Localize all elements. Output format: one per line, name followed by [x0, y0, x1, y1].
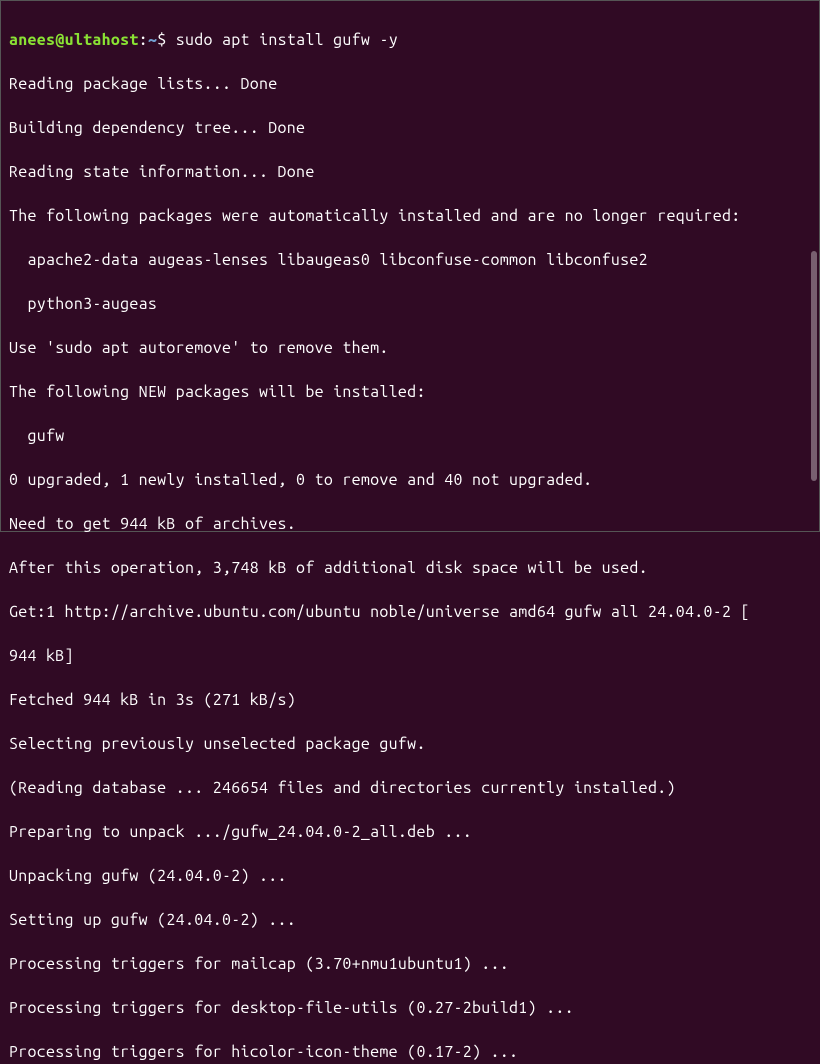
output-line: apache2-data augeas-lenses libaugeas0 li…: [9, 249, 811, 271]
output-line: Reading package lists... Done: [9, 73, 811, 95]
output-line: Unpacking gufw (24.04.0-2) ...: [9, 865, 811, 887]
output-line: Use 'sudo apt autoremove' to remove them…: [9, 337, 811, 359]
output-line: Processing triggers for hicolor-icon-the…: [9, 1041, 811, 1063]
prompt-command: sudo apt install gufw -y: [176, 31, 398, 49]
output-line: Processing triggers for desktop-file-uti…: [9, 997, 811, 1019]
terminal-output[interactable]: anees@ultahost:~$ sudo apt install gufw …: [9, 7, 811, 1064]
prompt-user: anees: [9, 31, 55, 49]
prompt-host: ultahost: [65, 31, 139, 49]
output-line: Reading state information... Done: [9, 161, 811, 183]
output-line: Setting up gufw (24.04.0-2) ...: [9, 909, 811, 931]
prompt-at: @: [55, 31, 64, 49]
output-line: 0 upgraded, 1 newly installed, 0 to remo…: [9, 469, 811, 491]
scrollbar-thumb[interactable]: [811, 251, 817, 481]
prompt-path: ~: [148, 31, 157, 49]
output-line: (Reading database ... 246654 files and d…: [9, 777, 811, 799]
output-line: Building dependency tree... Done: [9, 117, 811, 139]
output-line: python3-augeas: [9, 293, 811, 315]
output-line: 944 kB]: [9, 645, 811, 667]
output-line: Preparing to unpack .../gufw_24.04.0-2_a…: [9, 821, 811, 843]
output-line: Processing triggers for mailcap (3.70+nm…: [9, 953, 811, 975]
output-line: Selecting previously unselected package …: [9, 733, 811, 755]
output-line: The following NEW packages will be insta…: [9, 381, 811, 403]
output-line: Get:1 http://archive.ubuntu.com/ubuntu n…: [9, 601, 811, 623]
prompt-colon: :: [139, 31, 148, 49]
output-line: The following packages were automaticall…: [9, 205, 811, 227]
prompt-line: anees@ultahost:~$ sudo apt install gufw …: [9, 29, 811, 51]
prompt-symbol: $: [157, 31, 176, 49]
output-line: gufw: [9, 425, 811, 447]
output-line: After this operation, 3,748 kB of additi…: [9, 557, 811, 579]
output-line: Fetched 944 kB in 3s (271 kB/s): [9, 689, 811, 711]
